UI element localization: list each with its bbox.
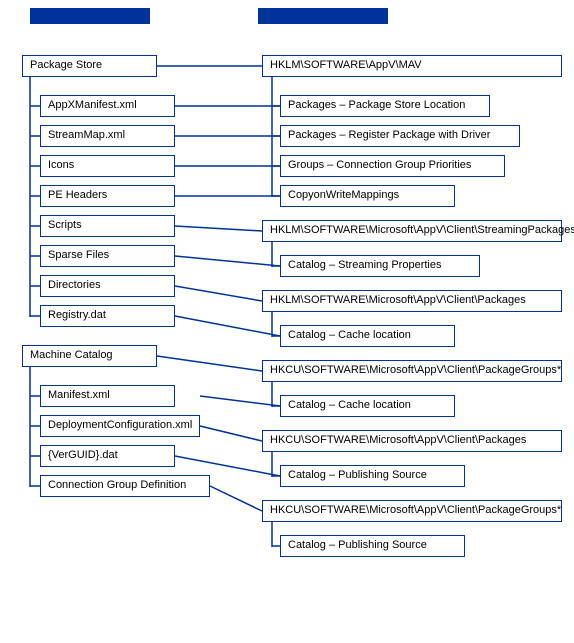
scripts: Scripts xyxy=(40,215,175,237)
connection-group-def: Connection Group Definition xyxy=(40,475,210,497)
diagram-container: Package Store AppXManifest.xml StreamMap.x… xyxy=(0,0,574,630)
catalog-streaming: Catalog – Streaming Properties xyxy=(280,255,480,277)
registry-header xyxy=(258,8,388,24)
hkcu-packagegroups2: HKCU\SOFTWARE\Microsoft\AppV\Client\Pack… xyxy=(262,500,562,522)
catalog-publishing1: Catalog – Publishing Source xyxy=(280,465,465,487)
catalog-publishing2: Catalog – Publishing Source xyxy=(280,535,465,557)
streammap: StreamMap.xml xyxy=(40,125,175,147)
manifest-xml: Manifest.xml xyxy=(40,385,175,407)
package-store: Package Store xyxy=(22,55,157,77)
catalog-cache1: Catalog – Cache location xyxy=(280,325,455,347)
sparse-files: Sparse Files xyxy=(40,245,175,267)
hklm-appv-mav: HKLM\SOFTWARE\AppV\MAV xyxy=(262,55,562,77)
hklm-packages: HKLM\SOFTWARE\Microsoft\AppV\Client\Pack… xyxy=(262,290,562,312)
pkg-store-location: Packages – Package Store Location xyxy=(280,95,490,117)
hklm-streaming: HKLM\SOFTWARE\Microsoft\AppV\Client\Stre… xyxy=(262,220,562,242)
hkcu-packages: HKCU\SOFTWARE\Microsoft\AppV\Client\Pack… xyxy=(262,430,562,452)
pe-headers: PE Headers xyxy=(40,185,175,207)
registry-dat: Registry.dat xyxy=(40,305,175,327)
hkcu-packagegroups1: HKCU\SOFTWARE\Microsoft\AppV\Client\Pack… xyxy=(262,360,562,382)
copy-write-mappings: CopyonWriteMappings xyxy=(280,185,455,207)
catalog-cache2: Catalog – Cache location xyxy=(280,395,455,417)
icons: Icons xyxy=(40,155,175,177)
pkg-register-driver: Packages – Register Package with Driver xyxy=(280,125,520,147)
directories: Directories xyxy=(40,275,175,297)
files-header xyxy=(30,8,150,24)
appxmanifest: AppXManifest.xml xyxy=(40,95,175,117)
ver-guid-dat: {VerGUID}.dat xyxy=(40,445,175,467)
machine-catalog: Machine Catalog xyxy=(22,345,157,367)
deployment-config: DeploymentConfiguration.xml xyxy=(40,415,200,437)
groups-conn-priority: Groups – Connection Group Priorities xyxy=(280,155,505,177)
